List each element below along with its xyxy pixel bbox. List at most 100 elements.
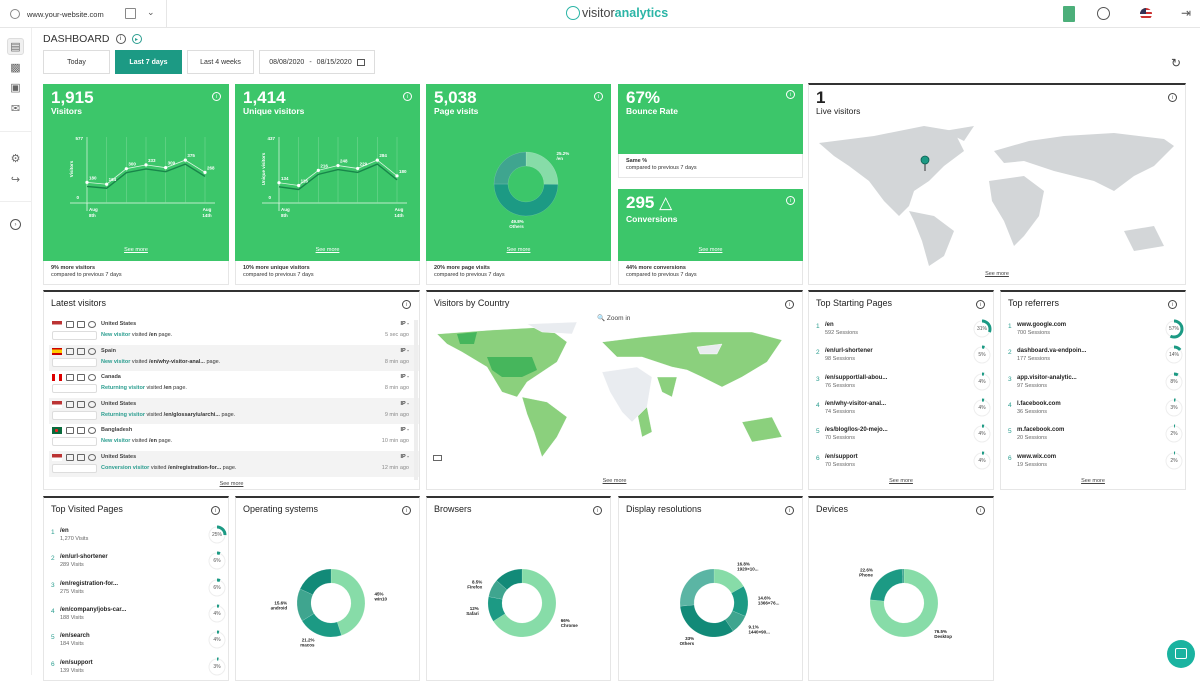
session-replay-button[interactable] (52, 358, 97, 367)
data-label: 216 (320, 163, 328, 168)
list-item[interactable]: 5 /es/blog/los-20-mejo... 70 Sessions 4% (816, 426, 986, 450)
visitor-row[interactable]: United States New visitor visited /en pa… (49, 318, 419, 344)
list-item[interactable]: 6 /en/support 70 Sessions 4% (816, 453, 986, 477)
date-range-picker[interactable]: 08/08/2020-08/15/2020 (259, 50, 375, 74)
info-icon[interactable]: i (786, 90, 795, 99)
info-icon[interactable]: i (211, 506, 220, 515)
info-icon[interactable]: i (786, 196, 795, 205)
chevron-down-icon[interactable]: ⌄ (147, 7, 155, 18)
see-more-link[interactable]: See more (618, 247, 803, 253)
refresh-icon[interactable]: ↻ (1171, 56, 1181, 70)
item-label: l.facebook.com (1017, 401, 1061, 407)
list-item[interactable]: 2 /en/url-shortener 289 Visits 6% (51, 553, 221, 577)
list-item[interactable]: 4 /en/company/jobs-car... 188 Visits 4% (51, 606, 221, 630)
logout-icon[interactable]: ⇥ (1181, 6, 1191, 22)
session-replay-button[interactable] (52, 437, 97, 446)
page-visits-comparison: 20% more page visitscompared to previous… (426, 261, 611, 285)
see-more-link[interactable]: See more (809, 271, 1185, 277)
session-replay-button[interactable] (52, 331, 97, 340)
see-more-link[interactable]: See more (43, 247, 229, 253)
info-icon[interactable]: i (1168, 93, 1177, 102)
range-last-4-weeks-button[interactable]: Last 4 weeks (187, 50, 254, 74)
info-icon[interactable]: i (785, 300, 794, 309)
website-selector[interactable]: www.your-website.com ⌄ (0, 0, 167, 28)
info-icon[interactable]: i (116, 34, 126, 44)
data-label: 180 (399, 169, 407, 174)
see-more-link[interactable]: See more (427, 478, 802, 484)
info-icon[interactable]: i (976, 506, 985, 515)
data-point (164, 166, 167, 169)
range-last-7-days-button[interactable]: Last 7 days (115, 50, 182, 74)
expand-sidebar-icon[interactable]: › (7, 216, 24, 233)
see-more-link[interactable]: See more (235, 247, 420, 253)
list-item[interactable]: 2 /en/url-shortener 98 Sessions 5% (816, 347, 986, 371)
info-icon[interactable]: i (1168, 300, 1177, 309)
info-icon[interactable]: i (402, 506, 411, 515)
statistics-icon[interactable]: ▩ (7, 59, 24, 76)
visitor-row[interactable]: United States Conversion visitor visited… (49, 451, 419, 477)
settings-icon[interactable]: ⚙ (7, 150, 24, 167)
os-icon (77, 427, 85, 434)
list-item[interactable]: 1 www.google.com 700 Sessions 57% (1008, 321, 1178, 345)
session-replay-button[interactable] (52, 411, 97, 420)
scrollbar[interactable] (414, 320, 418, 480)
list-item[interactable]: 3 /en/support/all-abou... 76 Sessions 4% (816, 374, 986, 398)
visitor-row[interactable]: Spain New visitor visited /en/why-visito… (49, 345, 419, 371)
info-icon[interactable]: i (403, 92, 412, 101)
donut-slice (680, 605, 733, 637)
slice-name-label: Phone (859, 573, 873, 578)
info-icon[interactable]: i (402, 300, 411, 309)
see-more-link[interactable]: See more (1001, 478, 1185, 484)
info-icon[interactable]: i (212, 92, 221, 101)
see-more-link[interactable]: See more (809, 478, 993, 484)
visitor-row[interactable]: Canada Returning visitor visited /en pag… (49, 371, 419, 397)
info-icon[interactable]: i (593, 506, 602, 515)
info-icon[interactable]: i (594, 92, 603, 101)
y-tick-label: 0 (268, 195, 271, 200)
dashboard-icon[interactable]: ▤ (7, 38, 24, 55)
donut-slice (494, 152, 526, 184)
external-link-icon[interactable] (125, 8, 136, 19)
session-replay-button[interactable] (52, 384, 97, 393)
list-item[interactable]: 4 l.facebook.com 36 Sessions 3% (1008, 400, 1178, 424)
range-today-button[interactable]: Today (43, 50, 110, 74)
item-count: 177 Sessions (1017, 356, 1050, 362)
visitor-row[interactable]: Bangladesh New visitor visited /en page.… (49, 424, 419, 450)
list-item[interactable]: 3 app.visitor-analytic... 97 Sessions 8% (1008, 374, 1178, 398)
see-more-link[interactable]: See more (44, 481, 419, 487)
zoom-in-button[interactable]: 🔍 Zoom in (597, 314, 630, 322)
list-item[interactable]: 1 /en 592 Sessions 31% (816, 321, 986, 345)
screen-recordings-icon[interactable]: ▣ (7, 79, 24, 96)
x-tick-label: Aug (203, 207, 212, 212)
language-flag-us-icon[interactable] (1140, 8, 1152, 20)
play-tutorial-icon[interactable]: ▸ (132, 34, 142, 44)
list-item[interactable]: 2 dashboard.va-endpoin... 177 Sessions 1… (1008, 347, 1178, 371)
data-point (105, 183, 108, 186)
list-item[interactable]: 1 /en 1,270 Visits 25% (51, 527, 221, 551)
device-icon (66, 348, 74, 355)
visitors-value: 1,915 (51, 88, 94, 108)
info-icon[interactable]: i (976, 300, 985, 309)
item-label: /en/registration-for... (60, 581, 118, 587)
list-item[interactable]: 3 /en/registration-for... 275 Visits 6% (51, 580, 221, 604)
account-icon[interactable] (1097, 7, 1110, 20)
list-item[interactable]: 5 m.facebook.com 20 Sessions 2% (1008, 426, 1178, 450)
flag-us-icon (52, 454, 62, 461)
info-icon[interactable]: i (785, 506, 794, 515)
top-starting-pages-title: Top Starting Pages (816, 298, 892, 308)
browser-icon (88, 401, 96, 408)
feedback-icon[interactable]: ✉ (7, 100, 24, 117)
x-tick-label: Aug (281, 207, 290, 212)
chat-widget-button[interactable] (1167, 640, 1195, 668)
visitor-row[interactable]: United States Returning visitor visited … (49, 398, 419, 424)
flag-bd-icon (52, 427, 62, 434)
session-replay-button[interactable] (52, 464, 97, 473)
list-item[interactable]: 6 /en/support 139 Visits 3% (51, 659, 221, 681)
legend-toggle-icon[interactable] (433, 455, 442, 461)
list-item[interactable]: 5 /en/search 184 Visits 4% (51, 632, 221, 656)
list-item[interactable]: 6 www.wix.com 19 Sessions 2% (1008, 453, 1178, 477)
see-more-link[interactable]: See more (426, 247, 611, 253)
import-icon[interactable]: ↪ (7, 171, 24, 188)
list-item[interactable]: 4 /en/why-visitor-anal... 74 Sessions 4% (816, 400, 986, 424)
tracking-code-icon[interactable] (1063, 6, 1075, 22)
